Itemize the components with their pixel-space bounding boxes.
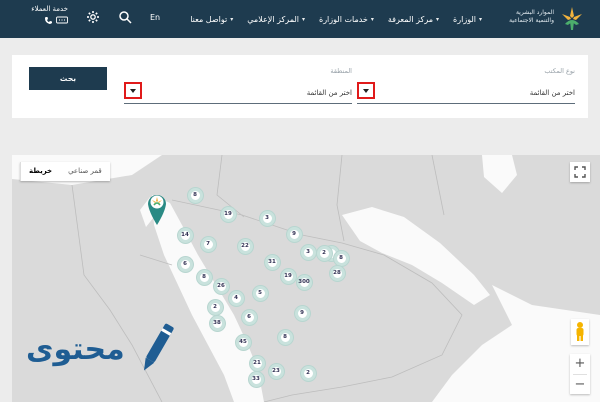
chevron-down-icon: ▾ [370, 15, 374, 23]
accessibility-settings-icon[interactable] [86, 10, 100, 24]
map-cluster-marker[interactable]: 14 [177, 227, 193, 243]
nav-media-center-label: المركز الإعلامي [247, 14, 299, 24]
zoom-in-button[interactable]: + [570, 354, 590, 374]
map-cluster-marker[interactable]: 21 [249, 355, 265, 371]
region-label: المنطقة [330, 67, 352, 75]
region-dropdown-button[interactable] [124, 82, 142, 99]
map-cluster-marker[interactable]: 23 [268, 363, 284, 379]
map-cluster-marker[interactable]: 300 [296, 274, 312, 290]
map-cluster-marker[interactable]: 8 [196, 269, 212, 285]
region-value: اختر من القائمة [306, 89, 352, 97]
customer-service-icons [14, 16, 68, 25]
map-cluster-marker[interactable]: 6 [177, 256, 193, 272]
map-cluster-marker[interactable]: 38 [209, 315, 225, 331]
ministry-logo-icon [562, 7, 582, 30]
customer-service[interactable]: خدمة العملاء [14, 5, 68, 33]
office-type-underline [357, 103, 575, 104]
map-cluster-marker[interactable]: 9 [286, 226, 302, 242]
map-cluster-marker[interactable]: 45 [235, 334, 251, 350]
office-type-field[interactable]: نوع المكتب اختر من القائمة [357, 67, 575, 107]
region-underline [124, 103, 352, 104]
chevron-down-icon: ▾ [478, 15, 482, 23]
map-cluster-marker[interactable]: 22 [237, 238, 253, 254]
ministry-name: الموارد البشرية والتنمية الاجتماعية [488, 9, 554, 25]
map-cluster-marker[interactable]: 8 [333, 250, 349, 266]
chevron-down-icon: ▾ [436, 15, 440, 23]
map-cluster-marker[interactable]: 28 [329, 265, 345, 281]
watermark-logo: محتوى [14, 318, 184, 382]
zoom-out-button[interactable]: − [570, 375, 590, 395]
map-cluster-marker[interactable]: 6 [241, 309, 257, 325]
map-cluster-marker[interactable]: 3 [259, 210, 275, 226]
fullscreen-button[interactable] [570, 162, 590, 182]
caret-down-icon [130, 89, 136, 93]
nav-ministry-services[interactable]: خدمات الوزارة ▾ [319, 15, 374, 24]
pen-icon [144, 323, 174, 371]
ministry-logo[interactable]: الموارد البشرية والتنمية الاجتماعية [486, 4, 586, 34]
search-icon[interactable] [118, 10, 132, 24]
nav-ministry-label: الوزارة [453, 14, 476, 24]
map-cluster-marker[interactable]: 3 [300, 244, 316, 260]
office-type-label: نوع المكتب [544, 67, 575, 75]
map-cluster-marker[interactable]: 7 [200, 236, 216, 252]
top-navbar: الموارد البشرية والتنمية الاجتماعية الوز… [0, 0, 600, 38]
sms-icon [56, 16, 68, 24]
map-cluster-marker[interactable]: 8 [277, 329, 293, 345]
office-type-value: اختر من القائمة [529, 89, 575, 97]
language-switch[interactable]: En [150, 13, 160, 22]
fullscreen-icon [574, 166, 586, 178]
satellite-view-button[interactable]: قمر صناعي [60, 162, 110, 181]
nav-contact-us[interactable]: تواصل معنا ▾ [190, 15, 233, 24]
nav-contact-us-label: تواصل معنا [190, 14, 228, 24]
map-cluster-marker[interactable]: 26 [213, 278, 229, 294]
pegman-icon [576, 322, 584, 341]
office-search-form: نوع المكتب اختر من القائمة المنطقة اختر … [12, 55, 588, 118]
nav-knowledge-center[interactable]: مركز المعرفة ▾ [388, 15, 439, 24]
map-cluster-marker[interactable]: 2 [300, 365, 316, 381]
location-pin-icon[interactable] [145, 190, 169, 226]
map-cluster-marker[interactable]: 19 [280, 268, 296, 284]
nav-ministry-services-label: خدمات الوزارة [319, 14, 368, 24]
chevron-down-icon: ▾ [230, 15, 234, 23]
search-button[interactable]: بحث [29, 67, 107, 90]
map-cluster-marker[interactable]: 2 [316, 245, 332, 261]
map-view-button[interactable]: خريطة [20, 162, 60, 181]
map-cluster-marker[interactable]: 8 [187, 187, 203, 203]
caret-down-icon [363, 89, 369, 93]
chevron-down-icon: ▾ [301, 15, 305, 23]
nav-media-center[interactable]: المركز الإعلامي ▾ [247, 15, 305, 24]
zoom-control: + − [570, 354, 590, 394]
office-type-dropdown-button[interactable] [357, 82, 375, 99]
street-view-pegman[interactable] [571, 319, 589, 345]
map-cluster-marker[interactable]: 19 [220, 206, 236, 222]
phone-icon [45, 17, 52, 24]
map-cluster-marker[interactable]: 4 [228, 290, 244, 306]
nav-ministry[interactable]: الوزارة ▾ [453, 15, 482, 24]
nav-knowledge-center-label: مركز المعرفة [387, 14, 434, 24]
ministry-name-line2: والتنمية الاجتماعية [509, 17, 554, 24]
map-cluster-marker[interactable]: 33 [248, 371, 264, 387]
watermark-text: محتوى [26, 332, 126, 367]
map-cluster-marker[interactable]: 31 [264, 254, 280, 270]
map-cluster-marker[interactable]: 2 [207, 299, 223, 315]
map-cluster-marker[interactable]: 5 [252, 285, 268, 301]
ministry-name-line1: الموارد البشرية [515, 9, 554, 16]
main-menu: الوزارة ▾ مركز المعرفة ▾ خدمات الوزارة ▾ ال… [190, 0, 482, 38]
customer-service-label: خدمة العملاء [31, 5, 68, 13]
map-type-control: خريطة قمر صناعي [20, 162, 110, 181]
map-cluster-marker[interactable]: 9 [294, 305, 310, 321]
region-field[interactable]: المنطقة اختر من القائمة [124, 67, 352, 107]
